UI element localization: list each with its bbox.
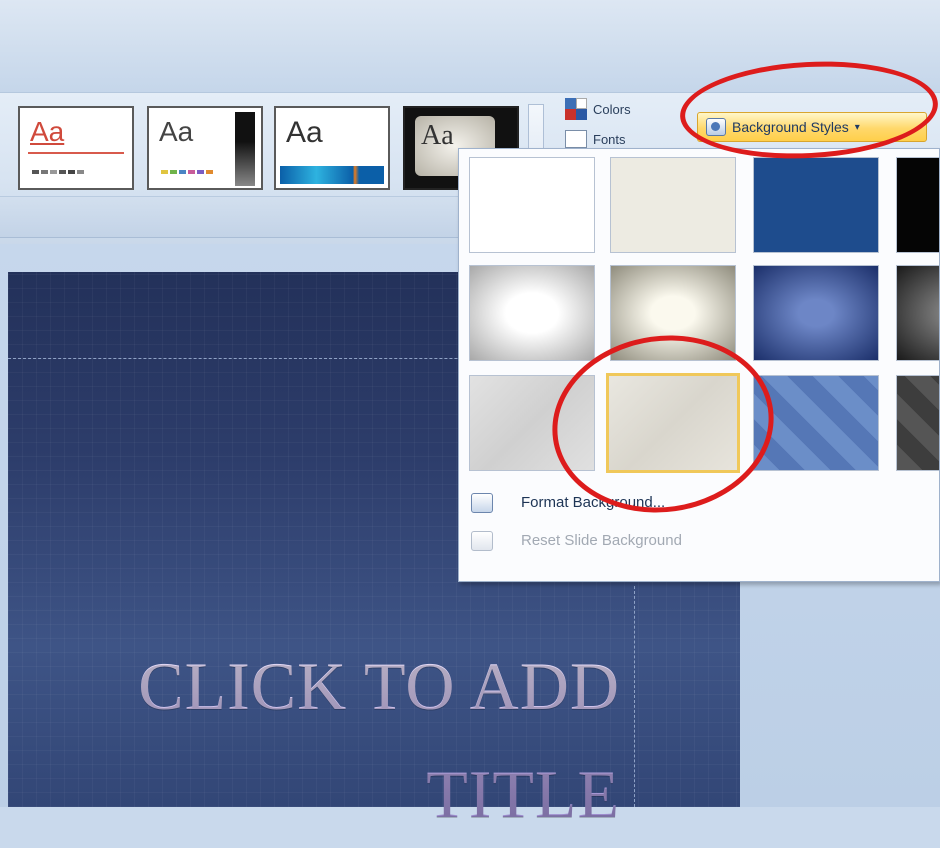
background-styles-dropdown: Format Background... Reset Slide Backgro… [458, 148, 940, 582]
theme-color-dots [161, 170, 213, 174]
fonts-icon [565, 130, 587, 148]
background-swatch-dark-blue[interactable] [753, 157, 879, 253]
background-swatch-cream-radial[interactable] [610, 265, 736, 361]
reset-background-icon [471, 531, 493, 551]
background-styles-label: Background Styles [732, 119, 849, 135]
background-swatch-cream[interactable] [610, 157, 736, 253]
background-swatch-black[interactable] [896, 157, 939, 253]
background-swatch-blue-diamond[interactable] [753, 375, 879, 471]
slide-title-line: CLICK TO ADD [138, 648, 620, 724]
background-swatch-light-texture[interactable] [606, 373, 740, 473]
fonts-button[interactable]: Fonts [565, 130, 626, 148]
background-swatch-blue-radial[interactable] [753, 265, 879, 361]
background-styles-icon [706, 118, 726, 136]
theme-sample-text: Aa [30, 116, 65, 147]
background-styles-button[interactable]: Background Styles ▾ [697, 112, 927, 142]
placeholder-guide-right [634, 586, 635, 807]
format-background-menu-item[interactable]: Format Background... [459, 485, 939, 521]
background-swatch-white-radial[interactable] [469, 265, 595, 361]
colors-button[interactable]: Colors [565, 98, 631, 120]
reset-slide-background-label: Reset Slide Background [521, 532, 682, 549]
theme-color-dots [32, 170, 84, 174]
dropdown-arrow-icon: ▾ [854, 121, 860, 133]
format-background-label: Format Background... [521, 494, 666, 511]
theme-sample-text: Aa [286, 116, 323, 149]
background-swatch-gray-diamond[interactable] [896, 375, 939, 471]
background-swatch-white[interactable] [469, 157, 595, 253]
title-bar-area [0, 0, 940, 92]
theme-dark-stripe [235, 112, 255, 186]
theme-sample-text: Aa [421, 120, 454, 151]
background-swatch-gray-radial[interactable] [896, 265, 939, 361]
slide-title-placeholder[interactable]: CLICK TO ADD TITLE [30, 632, 620, 848]
slide-title-line: TITLE [426, 756, 620, 832]
theme-accent-rule [28, 152, 124, 154]
theme-color-band [280, 166, 384, 184]
theme-thumbnail-aspect[interactable]: Aa [274, 106, 390, 190]
format-background-icon [471, 493, 493, 513]
fonts-label: Fonts [593, 131, 626, 147]
background-swatch-light-gray-texture[interactable] [469, 375, 595, 471]
colors-label: Colors [593, 101, 631, 117]
theme-thumbnail-office[interactable]: Aa [18, 106, 134, 190]
color-palette-icon [565, 98, 587, 120]
reset-slide-background-menu-item[interactable]: Reset Slide Background [459, 523, 939, 559]
theme-thumbnail-apex[interactable]: Aa [147, 106, 263, 190]
theme-sample-text: Aa [159, 116, 194, 147]
